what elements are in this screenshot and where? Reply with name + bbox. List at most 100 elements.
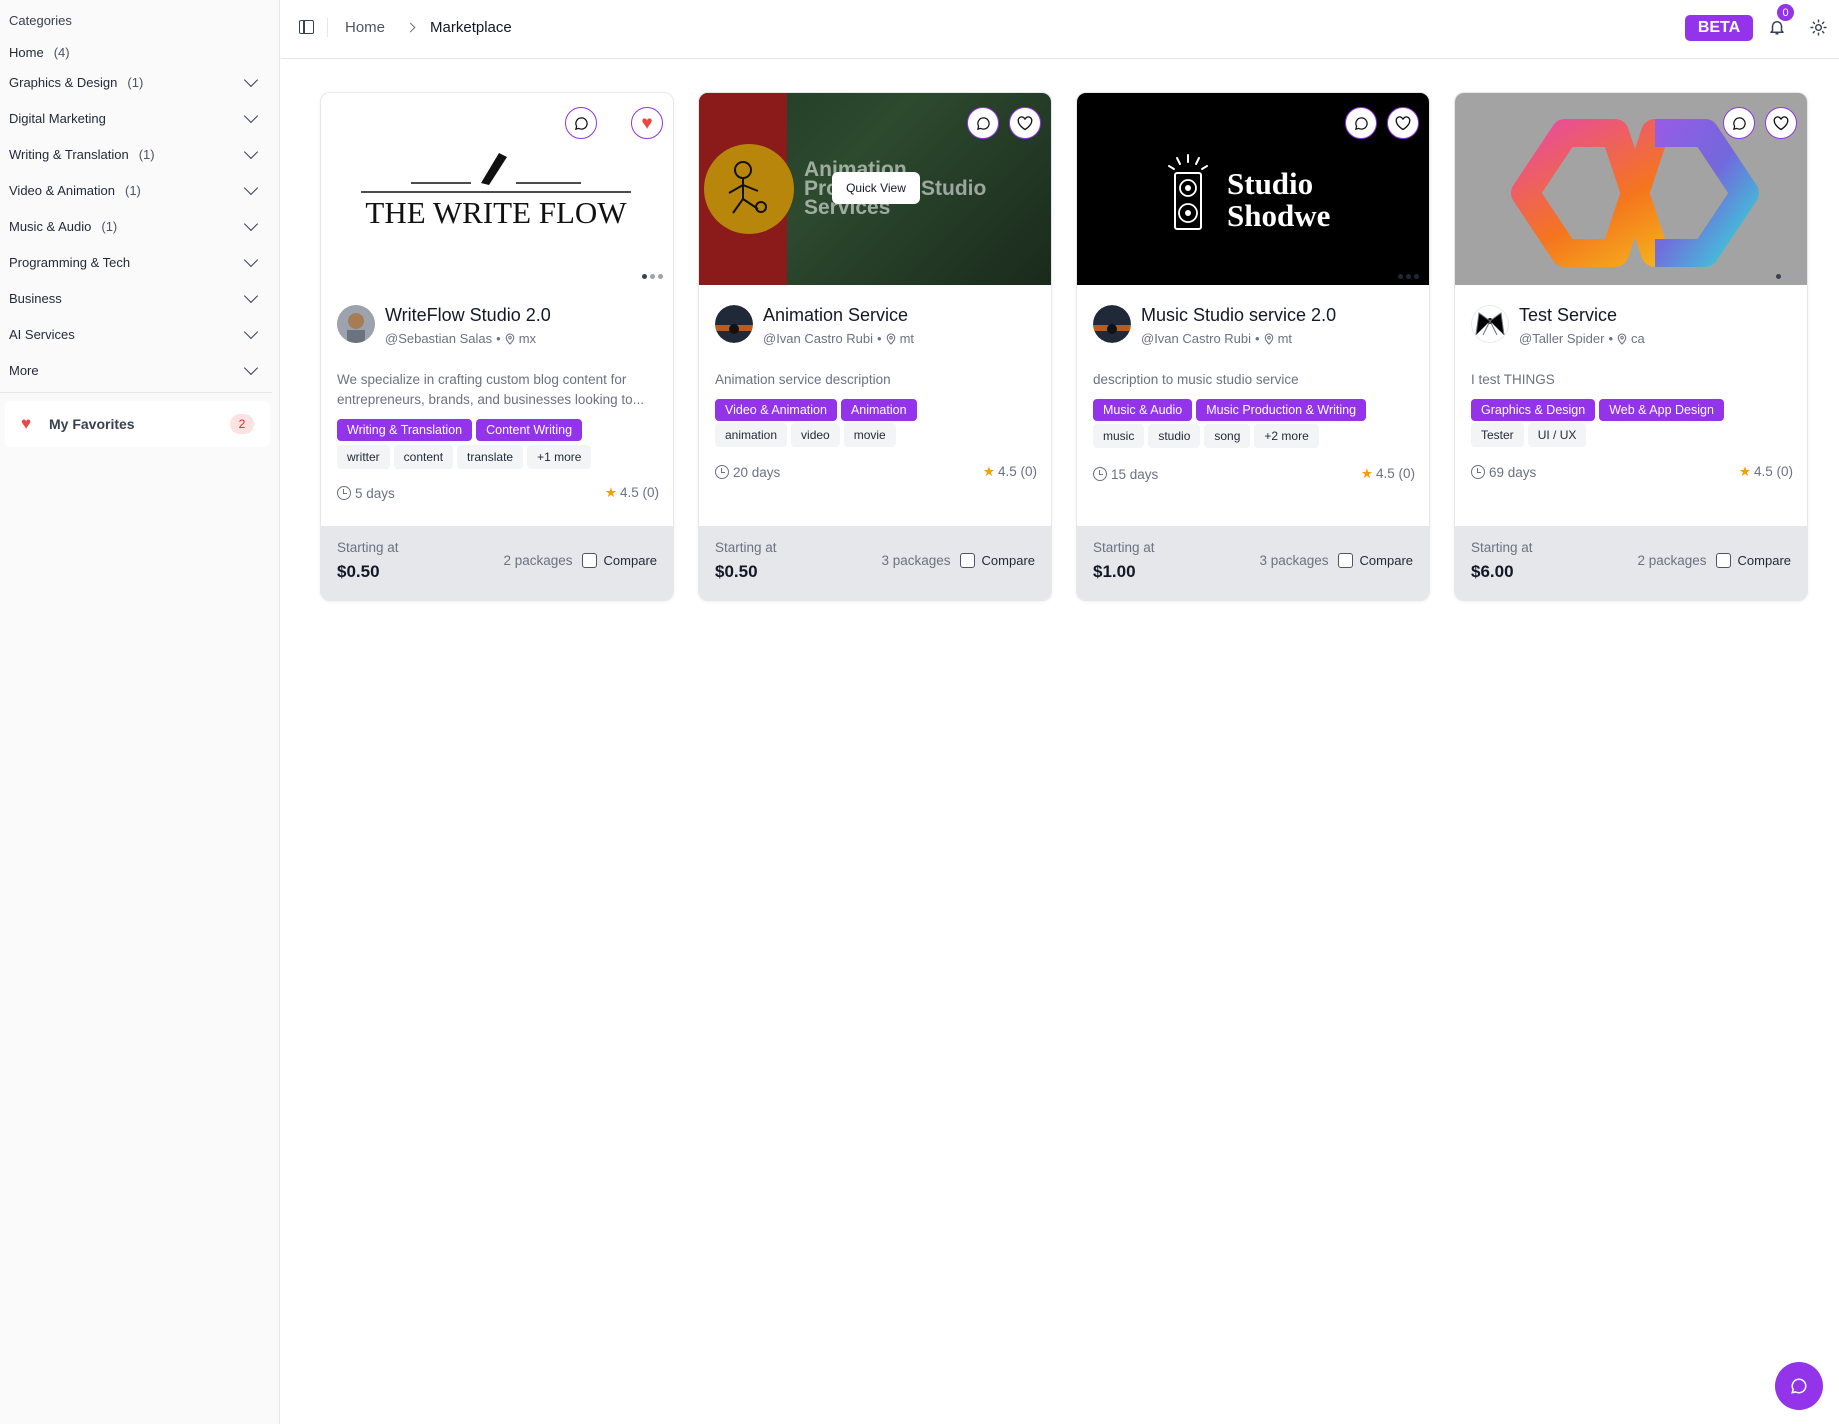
avatar [1093, 305, 1131, 343]
service-description: I test THINGS [1471, 372, 1555, 387]
seller-location: mt [899, 331, 915, 346]
compare-checkbox[interactable] [1337, 553, 1353, 568]
category-video-animation[interactable]: Video & Animation (1) [0, 172, 272, 208]
service-image[interactable]: Studio Shodwe [1077, 93, 1429, 285]
category-label: Programming & Tech [9, 254, 131, 270]
chat-bubble-icon [1791, 1378, 1807, 1394]
keyword-tag[interactable]: music [1093, 424, 1145, 448]
keyword-tag[interactable]: translate [457, 445, 524, 469]
category-graphics-design[interactable]: Graphics & Design (1) [0, 64, 272, 100]
category-count: (4) [53, 44, 70, 60]
category-business[interactable]: Business [0, 280, 272, 316]
packages-compare: 3 packages Compare [1259, 553, 1413, 568]
keyword-tags: animation video movie [715, 423, 896, 447]
chat-icon[interactable] [967, 107, 999, 139]
chat-icon[interactable] [1723, 107, 1755, 139]
seller-name[interactable]: @Sebastian Salas [385, 331, 492, 346]
chevron-down-icon[interactable] [243, 108, 259, 123]
carousel-dots[interactable] [1398, 274, 1419, 279]
heart-icon[interactable] [1765, 107, 1797, 139]
compare-label[interactable]: Compare [1738, 553, 1791, 568]
category-tag[interactable]: Animation [840, 399, 917, 421]
keyword-tag[interactable]: animation [715, 423, 788, 447]
category-programming-tech[interactable]: Programming & Tech [0, 244, 272, 280]
category-tag[interactable]: Writing & Translation [337, 419, 473, 441]
keyword-tag[interactable]: UI / UX [1527, 423, 1587, 447]
keyword-tag[interactable]: song [1204, 424, 1251, 448]
compare-checkbox[interactable] [959, 553, 975, 568]
service-title[interactable]: Animation Service [763, 305, 908, 326]
speaker-logo [1168, 154, 1208, 230]
category-tag[interactable]: Web & App Design [1599, 399, 1724, 421]
seller-name[interactable]: @Taller Spider [1519, 331, 1604, 346]
chevron-down-icon[interactable] [243, 144, 259, 159]
keyword-tag[interactable]: movie [843, 423, 896, 447]
service-title[interactable]: WriteFlow Studio 2.0 [385, 305, 551, 326]
heart-icon: ♥ [21, 414, 32, 433]
carousel-dots[interactable] [1776, 274, 1797, 279]
quick-view-button[interactable]: Quick View [832, 172, 920, 204]
chevron-down-icon[interactable] [243, 180, 259, 195]
chevron-down-icon[interactable] [243, 216, 259, 231]
keyword-tag[interactable]: Tester [1471, 423, 1524, 447]
keyword-tag[interactable]: video [791, 423, 840, 447]
my-favorites-link[interactable]: ♥ My Favorites 2 [5, 401, 270, 447]
toggle-sidebar-icon[interactable] [299, 20, 314, 34]
category-digital-marketing[interactable]: Digital Marketing [0, 100, 272, 136]
keyword-tag[interactable]: content [393, 445, 454, 469]
category-tag[interactable]: Graphics & Design [1471, 399, 1596, 421]
breadcrumb-home[interactable]: Home [345, 19, 385, 36]
service-image[interactable]: Animation Pro Studio Services Quick View [699, 93, 1051, 285]
rating: 4.5 (0) [997, 464, 1037, 479]
seller-name[interactable]: @Ivan Castro Rubi [763, 331, 873, 346]
compare-label[interactable]: Compare [604, 553, 657, 568]
chat-icon[interactable] [1345, 107, 1377, 139]
categories-title: Categories [9, 13, 72, 28]
chevron-down-icon[interactable] [243, 360, 259, 375]
more-tags[interactable]: +1 more [527, 445, 592, 469]
keyword-tag[interactable]: writter [337, 445, 390, 469]
heart-filled-icon[interactable]: ♥ [631, 107, 663, 139]
category-ai-services[interactable]: AI Services [0, 316, 272, 352]
service-title[interactable]: Test Service [1519, 305, 1617, 326]
theme-toggle-sun-icon[interactable] [1810, 19, 1827, 36]
service-card[interactable]: Animation Pro Studio Services Quick View … [698, 92, 1052, 601]
seller-meta: @Sebastian Salas • mx [385, 331, 537, 346]
compare-checkbox[interactable] [581, 553, 597, 568]
star-icon: ★ [1360, 466, 1373, 481]
keyword-tag[interactable]: studio [1148, 424, 1201, 448]
seller-name[interactable]: @Ivan Castro Rubi [1141, 331, 1251, 346]
category-tag[interactable]: Music & Audio [1093, 399, 1193, 421]
favorites-label: My Favorites [49, 416, 135, 432]
more-tags[interactable]: +2 more [1254, 424, 1319, 448]
service-image[interactable]: THE WRITE FLOW ♥ [321, 93, 673, 285]
service-card[interactable]: Test Service @Taller Spider • ca I test … [1454, 92, 1808, 601]
category-home[interactable]: Home (4) [0, 40, 272, 64]
starting-at-label: Starting at [337, 540, 399, 555]
heart-icon[interactable] [1009, 107, 1041, 139]
service-image[interactable] [1455, 93, 1807, 285]
location-pin-icon [1617, 332, 1627, 345]
compare-checkbox[interactable] [1715, 553, 1731, 568]
service-card[interactable]: Studio Shodwe Music Studio service 2.0 @… [1076, 92, 1430, 601]
chat-icon[interactable] [565, 107, 597, 139]
infinity-logo [1511, 119, 1759, 267]
chevron-down-icon[interactable] [243, 288, 259, 303]
service-title[interactable]: Music Studio service 2.0 [1141, 305, 1336, 326]
seller-meta: @Taller Spider • ca [1519, 331, 1645, 346]
chevron-down-icon[interactable] [243, 252, 259, 267]
compare-label[interactable]: Compare [1360, 553, 1413, 568]
category-writing-translation[interactable]: Writing & Translation (1) [0, 136, 272, 172]
heart-icon[interactable] [1387, 107, 1419, 139]
category-tag[interactable]: Music Production & Writing [1196, 399, 1367, 421]
carousel-dots[interactable] [642, 274, 663, 279]
compare-label[interactable]: Compare [982, 553, 1035, 568]
service-card[interactable]: THE WRITE FLOW ♥ WriteFlow Studio 2.0 @S… [320, 92, 674, 601]
support-chat-button[interactable] [1775, 1362, 1823, 1410]
category-music-audio[interactable]: Music & Audio (1) [0, 208, 272, 244]
category-tag[interactable]: Content Writing [476, 419, 583, 441]
category-more[interactable]: More [0, 352, 272, 388]
category-tag[interactable]: Video & Animation [715, 399, 837, 421]
chevron-down-icon[interactable] [243, 72, 259, 87]
chevron-down-icon[interactable] [243, 324, 259, 339]
